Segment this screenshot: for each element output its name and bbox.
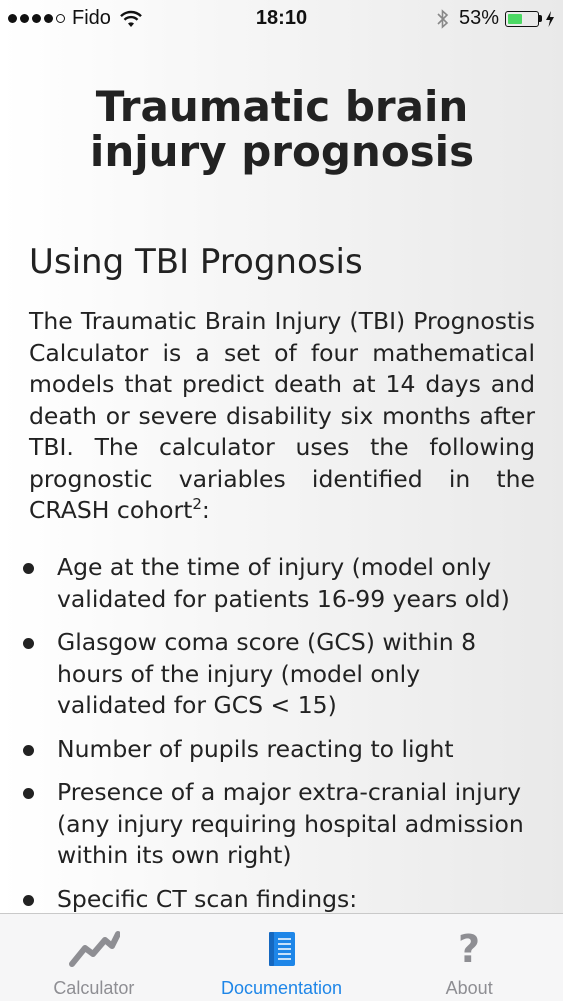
charging-bolt-icon <box>546 10 554 27</box>
prognostic-variables-list: Age at the time of injury (model only va… <box>23 552 535 927</box>
list-item: Specific CT scan findings: <box>23 884 535 916</box>
documentation-content: Traumatic brain injury prognosis Using T… <box>23 82 535 913</box>
tab-bar: Calculator Documentation ? About <box>0 913 563 1001</box>
tab-label: Documentation <box>220 978 343 998</box>
battery-icon <box>505 10 539 27</box>
svg-text:?: ? <box>458 930 480 968</box>
intro-suffix: : <box>201 496 210 524</box>
list-item-text: Specific CT scan findings: <box>57 884 358 913</box>
list-item-text: Number of pupils reacting to light <box>57 734 454 763</box>
chart-line-icon <box>68 931 120 967</box>
intro-text: The Traumatic Brain Injury (TBI) Prognos… <box>29 307 535 524</box>
list-item: Presence of a major extra-cranial injury… <box>23 777 535 872</box>
question-mark-icon: ? <box>458 930 480 968</box>
intro-paragraph: The Traumatic Brain Injury (TBI) Prognos… <box>29 306 535 527</box>
list-item-text: Glasgow coma score (GCS) within 8 hours … <box>57 628 477 719</box>
list-item-text: Presence of a major extra-cranial injury… <box>57 778 524 869</box>
citation-superscript[interactable]: 2 <box>192 495 202 513</box>
tab-calculator[interactable]: Calculator <box>0 914 188 1001</box>
status-bar: Fido 18:10 53% <box>0 0 563 38</box>
battery-percent: 53% <box>458 7 499 29</box>
tab-label: About <box>445 978 493 998</box>
list-item: Glasgow coma score (GCS) within 8 hours … <box>23 627 535 722</box>
tab-label: Calculator <box>53 978 135 998</box>
list-item: Number of pupils reacting to light <box>23 734 535 766</box>
bluetooth-icon <box>437 8 449 29</box>
tab-about[interactable]: ? About <box>375 914 563 1001</box>
notebook-icon <box>268 932 295 966</box>
page-title: Traumatic brain injury prognosis <box>89 82 475 176</box>
battery-level-fill <box>508 13 523 24</box>
section-heading: Using TBI Prognosis <box>29 242 363 282</box>
list-item-text: Age at the time of injury (model only va… <box>57 553 510 613</box>
status-right: 53% <box>437 7 555 30</box>
list-item: Age at the time of injury (model only va… <box>23 552 535 615</box>
battery-tip <box>539 15 542 22</box>
tab-documentation[interactable]: Documentation <box>188 914 376 1001</box>
